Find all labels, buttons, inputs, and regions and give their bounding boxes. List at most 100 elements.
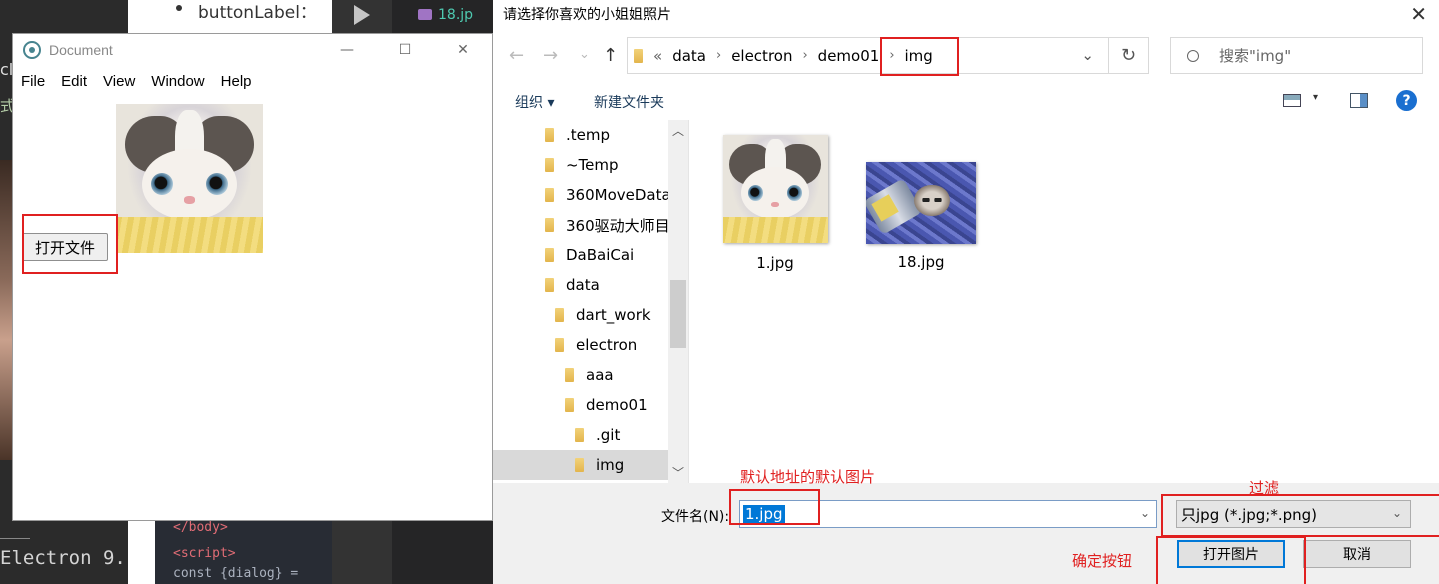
bullet-icon	[176, 5, 182, 11]
scroll-up-icon[interactable]: ︿	[672, 122, 684, 139]
change-view-icon[interactable]	[1283, 94, 1301, 107]
close-button[interactable]: ✕	[434, 34, 492, 66]
recent-locations-icon[interactable]: ⌄	[579, 47, 590, 62]
divider	[688, 120, 689, 483]
bullet-label: buttonLabel：	[198, 3, 317, 23]
folder-icon	[575, 428, 584, 442]
help-icon[interactable]: ?	[1396, 90, 1417, 111]
menu-window[interactable]: Window	[151, 73, 204, 90]
divider	[0, 538, 30, 539]
annotation-filter: 过滤	[1249, 479, 1280, 497]
run-icon[interactable]	[354, 5, 370, 25]
dialog-close-icon[interactable]: ✕	[1410, 2, 1427, 26]
electron-logo-icon	[23, 41, 41, 59]
folder-icon	[575, 458, 584, 472]
minimize-button[interactable]: —	[318, 34, 376, 66]
breadcrumb-img[interactable]: img	[905, 47, 933, 65]
menu-view[interactable]: View	[103, 73, 135, 90]
tree-item-label: DaBaiCai	[566, 246, 635, 264]
new-folder-button[interactable]: 新建文件夹	[594, 92, 664, 112]
document-window: Document — ☐ ✕ File Edit View Window Hel…	[12, 33, 493, 521]
document-titlebar: Document — ☐ ✕	[13, 34, 492, 66]
folder-icon	[565, 368, 574, 382]
tree-item-label: dart_work	[576, 306, 651, 324]
back-arrow-icon[interactable]: ←	[509, 45, 524, 66]
window-controls: — ☐ ✕	[318, 34, 492, 66]
file-name: 18.jpg	[897, 253, 945, 271]
tree-item[interactable]: 360驱动大师目	[493, 210, 668, 240]
tree-item-label: img	[596, 456, 625, 474]
code-line: </body>	[173, 520, 228, 535]
search-box[interactable]: 搜索"img"	[1170, 37, 1423, 74]
folder-icon	[634, 48, 643, 63]
scroll-down-icon[interactable]: ﹀	[672, 464, 684, 481]
breadcrumb-data[interactable]: data	[672, 47, 706, 65]
tree-item-label: data	[566, 276, 600, 294]
tree-item[interactable]: ~Temp	[493, 150, 668, 180]
tree-item[interactable]: .git	[493, 420, 668, 450]
tree-item[interactable]: DaBaiCai	[493, 240, 668, 270]
folder-tree: .temp ~Temp 360MoveData 360驱动大师目 DaBaiCai dat…	[493, 120, 688, 483]
maximize-button[interactable]: ☐	[376, 34, 434, 66]
tree-scrollbar[interactable]: ︿ ﹀	[668, 120, 688, 483]
tree-item-label: .temp	[566, 126, 611, 144]
tree-item-label: ~Temp	[566, 156, 619, 174]
tree-item-label: .git	[596, 426, 621, 444]
menu-bar: File Edit View Window Help	[13, 66, 492, 96]
file-dialog: 请选择你喜欢的小姐姐照片 ✕ ← → ⌄ ↑ « data › electron…	[493, 0, 1439, 584]
organize-menu[interactable]: 组织 ▾	[515, 92, 554, 112]
tree-item-label: 360驱动大师目	[566, 216, 668, 235]
tree-item[interactable]: demo01	[493, 390, 668, 420]
tree-item[interactable]: img	[493, 450, 668, 480]
file-item-2[interactable]: 18.jpg	[861, 162, 981, 271]
forward-arrow-icon[interactable]: →	[543, 45, 558, 66]
preview-pane-icon[interactable]	[1350, 93, 1368, 108]
folder-icon	[555, 308, 564, 322]
breadcrumb-electron[interactable]: electron	[731, 47, 792, 65]
tree-item[interactable]: 360MoveData	[493, 180, 668, 210]
view-dropdown-icon[interactable]: ▾	[1313, 92, 1318, 103]
folder-icon	[545, 158, 554, 172]
code-line: <script>	[173, 546, 236, 561]
filename-field[interactable]: 1.jpg ⌄	[739, 500, 1157, 528]
tree-item-label: electron	[576, 336, 638, 354]
filter-value: 只jpg (*.jpg;*.png)	[1181, 505, 1318, 524]
tree-item[interactable]: .temp	[493, 120, 668, 150]
cancel-button[interactable]: 取消	[1303, 540, 1411, 568]
filename-value: 1.jpg	[743, 505, 785, 523]
chevron-down-icon[interactable]: ⌄	[1140, 506, 1150, 520]
folder-icon	[565, 398, 574, 412]
tree-item-label: aaa	[586, 366, 614, 384]
file-thumbnail	[722, 135, 828, 243]
tree-item[interactable]: data	[493, 270, 668, 300]
folder-icon	[545, 188, 554, 202]
menu-edit[interactable]: Edit	[61, 73, 87, 90]
refresh-icon[interactable]: ↻	[1108, 38, 1148, 73]
chevron-right-icon: ›	[889, 48, 895, 63]
tree-item[interactable]: electron	[493, 330, 668, 360]
open-image-button[interactable]: 打开图片	[1177, 540, 1285, 568]
menu-help[interactable]: Help	[221, 73, 252, 90]
file-item-1[interactable]: 1.jpg	[715, 135, 835, 272]
tree-item-label: 360MoveData	[566, 186, 668, 204]
breadcrumb-demo01[interactable]: demo01	[818, 47, 880, 65]
editor-file-name[interactable]: 18.jp	[438, 7, 473, 23]
tree-item[interactable]: dart_work	[493, 300, 668, 330]
up-arrow-icon[interactable]: ↑	[603, 45, 618, 66]
scroll-thumb[interactable]	[670, 280, 686, 348]
dialog-footer: 文件名(N): 1.jpg ⌄ 只jpg (*.jpg;*.png) ⌄ 打开图…	[493, 483, 1439, 584]
address-dropdown-icon[interactable]: ⌄	[1081, 46, 1094, 64]
chevron-right-icon: ›	[802, 48, 808, 63]
tree-item[interactable]: aaa	[493, 360, 668, 390]
folder-icon	[545, 218, 554, 232]
tree-item-label: demo01	[586, 396, 648, 414]
image-file-icon	[418, 9, 432, 20]
open-file-button[interactable]: 打开文件	[22, 233, 108, 261]
address-bar[interactable]: « data › electron › demo01 › img ⌄ ↻	[627, 37, 1149, 74]
breadcrumb-overflow[interactable]: «	[653, 47, 662, 65]
file-type-filter[interactable]: 只jpg (*.jpg;*.png) ⌄	[1176, 500, 1411, 528]
annotation-default-path: 默认地址的默认图片	[740, 468, 876, 486]
menu-file[interactable]: File	[21, 73, 45, 90]
dialog-toolbar: 组织 ▾ 新建文件夹 ▾ ?	[493, 88, 1439, 116]
background-code-snippet: </body> <script> const {dialog} =	[155, 510, 332, 584]
